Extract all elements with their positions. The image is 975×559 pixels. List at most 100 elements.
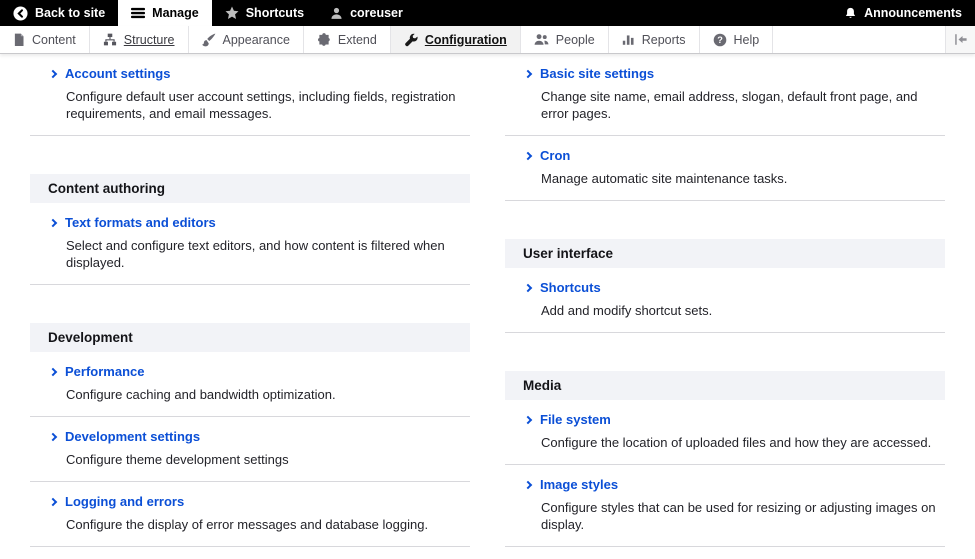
shortcuts-description: Add and modify shortcut sets. xyxy=(541,303,713,318)
performance-link[interactable]: Performance xyxy=(65,364,144,379)
admin-toolbar: Content Structure Appearance Extend Conf… xyxy=(0,26,975,54)
section-content-authoring: Content authoring Text formats and edito… xyxy=(30,174,470,285)
tab-help[interactable]: ? Help xyxy=(700,26,774,53)
chevron-right-icon xyxy=(48,367,58,376)
item-link-row: Text formats and editors xyxy=(30,215,470,230)
username-label: coreuser xyxy=(350,6,403,20)
left-column: Account settings Configure default user … xyxy=(30,54,470,559)
section-header-development: Development xyxy=(30,323,470,352)
account-settings-link[interactable]: Account settings xyxy=(65,66,170,81)
brush-icon xyxy=(201,33,216,47)
image-styles-description: Configure styles that can be used for re… xyxy=(541,500,936,532)
section-user-interface: User interface Shortcuts Add and modify … xyxy=(505,239,945,333)
text-formats-link[interactable]: Text formats and editors xyxy=(65,215,216,230)
announcements-label: Announcements xyxy=(864,6,962,20)
puzzle-icon xyxy=(317,32,331,47)
admin-bar-spacer xyxy=(416,0,831,26)
people-icon xyxy=(534,33,549,46)
chevron-right-icon xyxy=(48,432,58,441)
tab-configuration-label: Configuration xyxy=(424,32,507,47)
item-link-row: Logging and errors xyxy=(30,494,470,509)
text-formats-description: Select and configure text editors, and h… xyxy=(66,238,445,270)
sitemap-icon xyxy=(103,33,117,46)
item-link-row: Image styles xyxy=(505,477,945,492)
tab-reports[interactable]: Reports xyxy=(609,26,700,53)
item-link-row: Basic site settings xyxy=(505,66,945,81)
cron-description: Manage automatic site maintenance tasks. xyxy=(541,171,788,186)
tab-help-label: Help xyxy=(733,32,760,47)
manage-tab[interactable]: Manage xyxy=(118,0,212,26)
cron-link[interactable]: Cron xyxy=(540,148,570,163)
tab-extend-label: Extend xyxy=(337,32,377,47)
section-media: Media File system Configure the location… xyxy=(505,371,945,559)
tab-content[interactable]: Content xyxy=(0,26,90,53)
section-header-user-interface: User interface xyxy=(505,239,945,268)
right-column: Basic site settings Change site name, em… xyxy=(505,54,945,559)
configuration-page: Account settings Configure default user … xyxy=(0,54,975,559)
back-circle-icon xyxy=(13,5,28,21)
config-item-image-styles: Image styles Configure styles that can b… xyxy=(505,465,945,547)
chevron-right-icon xyxy=(523,69,533,78)
tab-people-label: People xyxy=(555,32,595,47)
section-development: Development Performance Configure cachin… xyxy=(30,323,470,559)
tab-appearance[interactable]: Appearance xyxy=(189,26,304,53)
bell-icon xyxy=(844,7,857,20)
shortcuts-tab[interactable]: Shortcuts xyxy=(212,0,317,26)
svg-text:?: ? xyxy=(717,35,723,45)
chevron-right-icon xyxy=(48,497,58,506)
back-to-site-label: Back to site xyxy=(35,6,106,20)
logging-errors-description: Configure the display of error messages … xyxy=(66,517,429,532)
section-people-partial: Account settings Configure default user … xyxy=(30,54,470,136)
tab-people[interactable]: People xyxy=(521,26,609,53)
basic-site-settings-link[interactable]: Basic site settings xyxy=(540,66,654,81)
help-icon: ? xyxy=(713,33,727,47)
star-icon xyxy=(225,6,239,20)
item-link-row: File system xyxy=(505,412,945,427)
wrench-icon xyxy=(404,33,418,47)
collapse-left-icon xyxy=(953,33,968,46)
file-system-description: Configure the location of uploaded files… xyxy=(541,435,932,450)
file-icon xyxy=(13,33,25,47)
toolbar-orientation-toggle[interactable] xyxy=(945,26,975,53)
shortcuts-label: Shortcuts xyxy=(245,6,305,20)
tab-configuration[interactable]: Configuration xyxy=(390,26,521,53)
chevron-right-icon xyxy=(523,283,533,292)
chevron-right-icon xyxy=(523,415,533,424)
performance-description: Configure caching and bandwidth optimiza… xyxy=(66,387,336,402)
item-link-row: Shortcuts xyxy=(505,280,945,295)
chevron-right-icon xyxy=(523,480,533,489)
config-item-basic-site-settings: Basic site settings Change site name, em… xyxy=(505,54,945,136)
tab-extend[interactable]: Extend xyxy=(304,26,391,53)
development-settings-link[interactable]: Development settings xyxy=(65,429,200,444)
back-to-site-button[interactable]: Back to site xyxy=(0,0,118,26)
user-menu[interactable]: coreuser xyxy=(317,0,416,26)
section-header-content-authoring: Content authoring xyxy=(30,174,470,203)
shortcuts-link[interactable]: Shortcuts xyxy=(540,280,601,295)
chevron-right-icon xyxy=(48,69,58,78)
chevron-right-icon xyxy=(48,218,58,227)
section-header-media: Media xyxy=(505,371,945,400)
bar-chart-icon xyxy=(622,33,635,46)
account-settings-description: Configure default user account settings,… xyxy=(66,89,456,121)
config-item-maintenance-mode: Maintenance mode Take the site offline f… xyxy=(30,547,470,559)
file-system-link[interactable]: File system xyxy=(540,412,611,427)
logging-errors-link[interactable]: Logging and errors xyxy=(65,494,184,509)
config-item-development-settings: Development settings Configure theme dev… xyxy=(30,417,470,482)
hamburger-menu-icon xyxy=(131,6,146,20)
item-link-row: Performance xyxy=(30,364,470,379)
config-item-performance: Performance Configure caching and bandwi… xyxy=(30,352,470,417)
item-link-row: Cron xyxy=(505,148,945,163)
config-item-text-formats: Text formats and editors Select and conf… xyxy=(30,203,470,285)
item-link-row: Account settings xyxy=(30,66,470,81)
item-link-row: Development settings xyxy=(30,429,470,444)
admin-bar: Back to site Manage Shortcuts coreuser A… xyxy=(0,0,975,26)
tab-reports-label: Reports xyxy=(641,32,686,47)
config-item-image-toolkit: Image toolkit Choose which image toolkit… xyxy=(505,547,945,559)
user-icon xyxy=(330,7,343,20)
config-item-logging-errors: Logging and errors Configure the display… xyxy=(30,482,470,547)
image-styles-link[interactable]: Image styles xyxy=(540,477,618,492)
development-settings-description: Configure theme development settings xyxy=(66,452,289,467)
config-item-shortcuts: Shortcuts Add and modify shortcut sets. xyxy=(505,268,945,333)
tab-structure[interactable]: Structure xyxy=(90,26,189,53)
announcements-button[interactable]: Announcements xyxy=(831,0,975,26)
